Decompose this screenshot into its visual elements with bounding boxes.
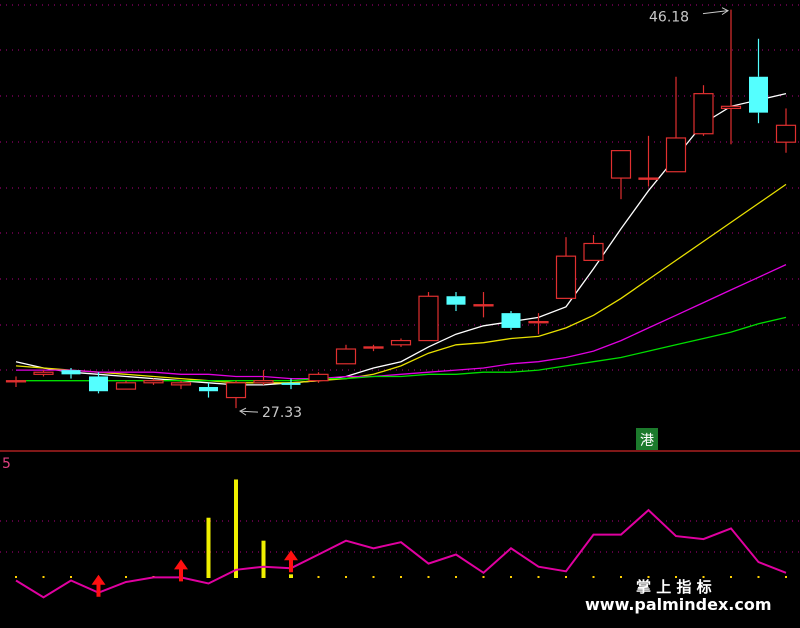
candle-body — [610, 150, 632, 179]
candle-body — [253, 380, 274, 384]
candlesticks — [5, 9, 797, 409]
ma60-line — [16, 316, 787, 382]
baseline-dot — [537, 576, 540, 578]
candle-body — [199, 387, 218, 392]
candle — [115, 380, 137, 390]
watermark-title: 掌 上 指 标 — [636, 578, 712, 596]
candle-body — [5, 380, 27, 383]
candle-body — [335, 348, 357, 365]
baseline-dot — [70, 576, 72, 578]
price-annotations: 46.18 27.33 港 — [239, 7, 729, 450]
candle-body — [501, 313, 521, 328]
baseline-dot — [785, 576, 787, 578]
baseline-dot — [345, 576, 347, 578]
candle — [473, 292, 494, 318]
indicator-bar — [289, 574, 293, 578]
candle — [693, 85, 714, 136]
candle — [33, 370, 54, 377]
main-grid — [0, 4, 800, 371]
candle-body — [281, 382, 301, 385]
candle — [555, 237, 577, 299]
baseline-dot — [42, 576, 45, 578]
candle — [170, 380, 192, 390]
candle — [335, 344, 357, 365]
candle-body — [665, 137, 687, 173]
baseline-dot — [317, 576, 320, 578]
candle — [446, 292, 466, 312]
baseline-dot — [730, 576, 732, 578]
candle-body — [390, 339, 412, 346]
ma10-line — [15, 183, 787, 384]
candle-body — [473, 304, 494, 307]
baseline-dot — [372, 576, 375, 578]
stock-chart: 46.18 27.33 港 5 掌 上 指 标 www.palmindex.co… — [0, 4, 800, 614]
candle — [418, 292, 439, 342]
indicator-bars — [206, 479, 293, 578]
candle-body — [446, 296, 466, 305]
candle-body — [528, 320, 549, 324]
low-price-arrow — [239, 410, 259, 413]
baseline-dot — [400, 576, 402, 578]
baseline-dot — [125, 576, 127, 578]
indicator-axis-label: 5 — [2, 456, 11, 472]
buy-signal-arrow — [91, 574, 106, 597]
candle — [720, 9, 742, 145]
candle-body — [775, 124, 797, 143]
candle-body — [749, 76, 768, 113]
candle-body — [33, 371, 54, 375]
candle-body — [583, 242, 604, 261]
candle-body — [693, 93, 714, 135]
candle — [610, 150, 632, 200]
baseline-dot — [510, 576, 512, 578]
baseline-dot — [620, 576, 622, 578]
candle-body — [363, 346, 384, 349]
chart-stage: 46.18 27.33 港 5 掌 上 指 标 www.palmindex.co… — [0, 0, 800, 628]
baseline-dot — [565, 576, 567, 578]
baseline-dot — [482, 576, 485, 578]
candle — [501, 311, 521, 331]
high-price-label: 46.18 — [649, 10, 689, 26]
indicator-bar — [261, 540, 266, 578]
hk-badge-label: 港 — [640, 433, 654, 449]
candle-body — [61, 370, 81, 375]
candle-body — [143, 380, 164, 384]
candle — [225, 380, 247, 409]
candle — [638, 135, 659, 187]
baseline-dot — [757, 576, 760, 578]
indicator-bar — [234, 479, 238, 578]
baseline-dot — [455, 576, 457, 578]
candle-body — [170, 382, 192, 386]
candle-body — [720, 105, 742, 110]
candle-body — [418, 295, 439, 342]
candle-body — [115, 382, 137, 390]
candle — [390, 338, 412, 347]
candle — [583, 235, 604, 261]
candle — [775, 108, 797, 153]
candle-body — [308, 373, 329, 382]
candle — [199, 382, 218, 398]
candle — [308, 372, 329, 383]
candle — [363, 344, 384, 352]
candle-body — [225, 382, 247, 399]
candle-body — [638, 177, 659, 180]
candle-body — [89, 376, 108, 392]
baseline-dot — [592, 576, 595, 578]
baseline-dot — [427, 576, 430, 578]
candle — [528, 313, 549, 335]
baseline-dot — [15, 576, 17, 578]
watermark-url: www.palmindex.com — [585, 595, 772, 614]
buy-signal-arrows — [91, 550, 298, 597]
candle — [749, 38, 768, 124]
candle-body — [555, 255, 577, 299]
candle — [665, 76, 687, 173]
candle — [5, 376, 27, 388]
indicator-bar — [206, 517, 211, 578]
low-price-label: 27.33 — [262, 405, 302, 421]
